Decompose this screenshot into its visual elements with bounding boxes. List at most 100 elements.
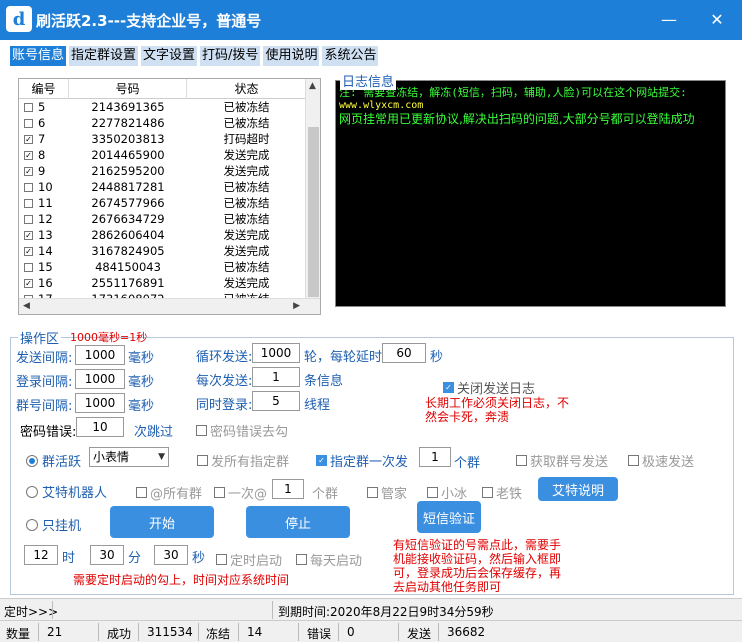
group-interval-label: 群号间隔: <box>16 399 73 414</box>
log-output[interactable]: 注: 需要查冻结，解冻(短信，扫码，辅助,人脸)可以在这个网站提交: www.w… <box>335 80 726 307</box>
sms-verify-button[interactable]: 短信验证 <box>417 501 481 533</box>
table-row[interactable]: 11 2674577966 已被冻结 <box>19 195 306 211</box>
menu-announcement[interactable]: 系统公告 <box>322 46 379 66</box>
menu-text-settings[interactable]: 文字设置 <box>141 46 198 66</box>
checkbox-box <box>196 425 207 436</box>
checkbox-box <box>367 487 378 498</box>
row-id-cell: 10 <box>19 179 69 195</box>
row-id-cell: ✓ 7 <box>19 131 69 147</box>
row-id: 9 <box>38 164 46 178</box>
scroll-thumb[interactable] <box>308 127 319 297</box>
divider <box>198 623 199 641</box>
group-once-input[interactable]: 1 <box>419 447 451 467</box>
radio-hang-only[interactable]: 只挂机 <box>26 515 81 534</box>
concurrent-login-input[interactable]: 5 <box>252 391 300 411</box>
manager-checkbox[interactable]: 管家 <box>367 483 407 502</box>
menu-bar: 账号信息 指定群设置 文字设置 打码/拨号 使用说明 系统公告 <box>10 46 381 66</box>
row-number: 484150043 <box>95 260 161 274</box>
send-all-groups-checkbox[interactable]: 发所有指定群 <box>197 451 289 470</box>
table-row[interactable]: 12 2676634729 已被冻结 <box>19 211 306 227</box>
group-once-checkbox[interactable]: ✓ 指定群一次发 <box>316 451 408 470</box>
row-checkbox[interactable]: ✓ <box>24 278 33 288</box>
table-row[interactable]: ✓ 9 2162595200 发送完成 <box>19 163 306 179</box>
table-vertical-scrollbar[interactable]: ▲ <box>305 79 320 299</box>
row-number: 2674577966 <box>91 196 165 210</box>
password-error-uncheck-checkbox[interactable]: 密码错误去勾 <box>196 421 288 440</box>
radio-empty-icon <box>26 485 38 498</box>
row-checkbox[interactable] <box>24 182 33 192</box>
start-button[interactable]: 开始 <box>110 506 214 538</box>
xiaobing-checkbox[interactable]: 小冰 <box>427 483 467 502</box>
loop-send-input[interactable]: 1000 <box>252 343 300 363</box>
table-row[interactable]: ✓ 14 3167824905 发送完成 <box>19 243 306 259</box>
row-status: 已被冻结 <box>223 180 270 194</box>
menu-captcha-dial[interactable]: 打码/拨号 <box>200 46 261 66</box>
row-id-cell: ✓ 16 <box>19 275 69 291</box>
table-row[interactable]: ✓ 8 2014465900 发送完成 <box>19 147 306 163</box>
scroll-right-icon[interactable]: ▶ <box>293 301 300 311</box>
table-row[interactable]: ✓ 13 2862606404 发送完成 <box>19 227 306 243</box>
login-interval-input[interactable]: 1000 <box>75 369 125 389</box>
group-interval-input[interactable]: 1000 <box>75 393 125 413</box>
table-row[interactable]: 10 2448817281 已被冻结 <box>19 179 306 195</box>
row-checkbox[interactable] <box>24 102 33 112</box>
row-number: 2862606404 <box>91 228 165 242</box>
row-checkbox[interactable] <box>24 262 33 272</box>
row-checkbox[interactable] <box>24 118 33 128</box>
row-checkbox[interactable]: ✓ <box>24 246 33 256</box>
close-log-checkbox[interactable]: ✓ 关闭发送日志 <box>443 378 535 397</box>
row-checkbox[interactable] <box>24 214 33 224</box>
header-id[interactable]: 编号 <box>19 79 69 99</box>
menu-usage-guide[interactable]: 使用说明 <box>263 46 320 66</box>
table-row[interactable]: ✓ 7 3350203813 打码超时 <box>19 131 306 147</box>
at-once-checkbox[interactable]: 一次@ <box>214 483 267 502</box>
row-checkbox[interactable]: ✓ <box>24 166 33 176</box>
minute-input[interactable]: 30 <box>90 545 124 565</box>
table-row[interactable]: ✓ 16 2551176891 发送完成 <box>19 275 306 291</box>
radio-group-active[interactable]: 群活跃 <box>26 451 81 470</box>
table-row[interactable]: 6 2277821486 已被冻结 <box>19 115 306 131</box>
row-checkbox[interactable]: ✓ <box>24 230 33 240</box>
table-row[interactable]: 15 484150043 已被冻结 <box>19 259 306 275</box>
send-interval-input[interactable]: 1000 <box>75 345 125 365</box>
header-number[interactable]: 号码 <box>69 79 187 99</box>
radio-at-robot[interactable]: 艾特机器人 <box>26 482 107 501</box>
each-send-input[interactable]: 1 <box>252 367 300 387</box>
table-row[interactable]: 5 2143691365 已被冻结 <box>19 99 306 115</box>
emoji-select[interactable]: 小表情 ▼ <box>89 447 169 467</box>
fast-send-checkbox[interactable]: 极速发送 <box>628 451 694 470</box>
row-status: 已被冻结 <box>223 212 270 226</box>
laotie-checkbox[interactable]: 老铁 <box>482 483 522 502</box>
loop-delay-input[interactable]: 60 <box>382 343 426 363</box>
row-id: 10 <box>38 180 53 194</box>
divider <box>98 623 99 641</box>
at-once-input[interactable]: 1 <box>272 479 304 499</box>
close-icon[interactable]: ✕ <box>705 8 729 30</box>
minimize-icon[interactable]: — <box>657 8 681 30</box>
second-input[interactable]: 30 <box>154 545 188 565</box>
get-group-send-checkbox[interactable]: 获取群号发送 <box>516 451 608 470</box>
error-label: 错误 <box>307 627 332 641</box>
xiaobing-label: 小冰 <box>441 487 468 502</box>
stop-button[interactable]: 停止 <box>246 506 350 538</box>
at-help-button[interactable]: 艾特说明 <box>538 477 618 501</box>
menu-group-settings[interactable]: 指定群设置 <box>69 46 139 66</box>
scroll-left-icon[interactable]: ◀ <box>23 301 30 311</box>
row-checkbox[interactable]: ✓ <box>24 134 33 144</box>
daily-start-checkbox[interactable]: 每天启动 <box>296 550 362 569</box>
timer-start-checkbox[interactable]: 定时启动 <box>216 550 282 569</box>
at-all-groups-checkbox[interactable]: @所有群 <box>136 483 202 502</box>
header-status[interactable]: 状态 <box>187 79 306 99</box>
row-checkbox[interactable]: ✓ <box>24 150 33 160</box>
second-unit: 秒 <box>192 551 206 566</box>
row-checkbox[interactable] <box>24 198 33 208</box>
hour-input[interactable]: 12 <box>24 545 58 565</box>
send-interval-label: 发送间隔: <box>16 351 73 366</box>
account-table[interactable]: 编号 号码 状态 5 2143691365 已被冻结 6 2277821486 已被冻结 ✓… <box>18 78 321 315</box>
table-horizontal-scrollbar[interactable]: ◀ ▶ <box>19 298 320 314</box>
menu-account-info[interactable]: 账号信息 <box>10 46 67 66</box>
row-id: 11 <box>38 196 53 210</box>
scroll-up-icon[interactable]: ▲ <box>309 81 316 91</box>
password-error-input[interactable]: 10 <box>76 417 124 437</box>
success-value: 311534 <box>147 625 193 639</box>
